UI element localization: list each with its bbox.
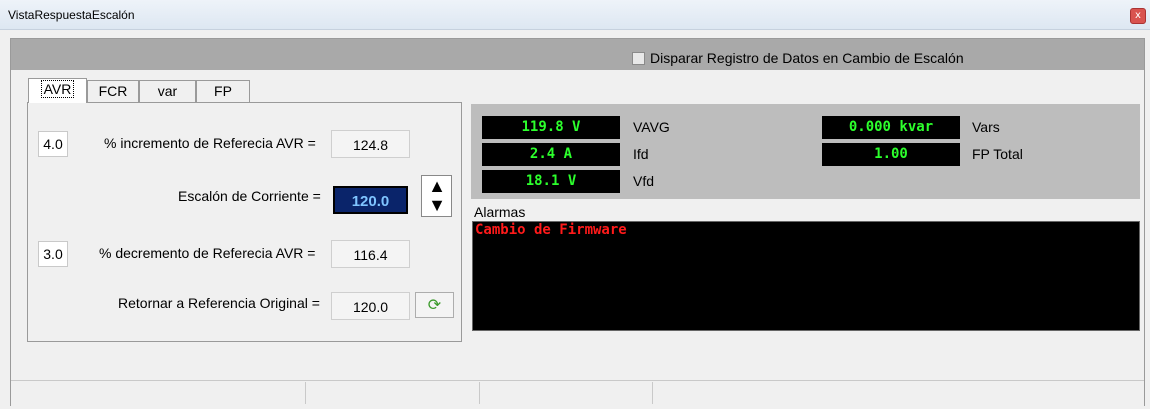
decrement-label: % decremento de Referecia AVR = [99, 245, 316, 261]
refresh-icon: ⟳ [427, 295, 442, 314]
step-current-label: Escalón de Corriente = [178, 188, 321, 204]
ifd-label: Ifd [633, 146, 649, 162]
status-bar-divider [305, 382, 306, 404]
vfd-meter: 18.1 V [482, 170, 620, 193]
trigger-checkbox[interactable] [632, 52, 645, 65]
increment-percent-input[interactable]: 4.0 [38, 131, 68, 157]
vars-label: Vars [972, 119, 1000, 135]
arrow-up-icon[interactable]: ▲ [426, 177, 448, 195]
tab-var[interactable]: var [139, 80, 196, 102]
decrement-percent-input[interactable]: 3.0 [38, 241, 68, 267]
close-button[interactable]: x [1130, 8, 1146, 24]
trigger-label[interactable]: Disparar Registro de Datos en Cambio de … [650, 50, 964, 66]
vavg-label: VAVG [633, 119, 670, 135]
fp-total-label: FP Total [972, 146, 1023, 162]
header-band [11, 39, 1144, 70]
arrow-down-icon[interactable]: ▼ [426, 196, 448, 214]
increment-label: % incremento de Referecia AVR = [104, 135, 316, 151]
decrement-reference-value: 116.4 [331, 240, 410, 268]
title-bar [0, 0, 1150, 30]
status-bar-divider [479, 382, 480, 404]
window-title: VistaRespuestaEscalón [8, 8, 135, 22]
step-current-value: 120.0 [333, 186, 408, 214]
fp-total-meter: 1.00 [822, 143, 960, 166]
tab-fp[interactable]: FP [196, 80, 250, 102]
tab-avr[interactable]: AVR [28, 78, 87, 103]
return-reference-label: Retornar a Referencia Original = [118, 295, 320, 311]
tab-fcr[interactable]: FCR [87, 80, 139, 102]
tab-avr-label: AVR [40, 80, 75, 98]
alarm-item[interactable]: Cambio de Firmware [475, 222, 627, 238]
return-reference-value: 120.0 [331, 292, 410, 320]
vavg-meter: 119.8 V [482, 116, 620, 139]
increment-reference-value: 124.8 [331, 130, 410, 158]
alarms-title: Alarmas [474, 204, 526, 220]
vfd-label: Vfd [633, 173, 655, 189]
status-bar [11, 380, 1144, 406]
vars-meter: 0.000 kvar [822, 116, 960, 139]
status-bar-divider [652, 382, 653, 404]
refresh-button[interactable]: ⟳ [415, 292, 454, 318]
ifd-meter: 2.4 A [482, 143, 620, 166]
